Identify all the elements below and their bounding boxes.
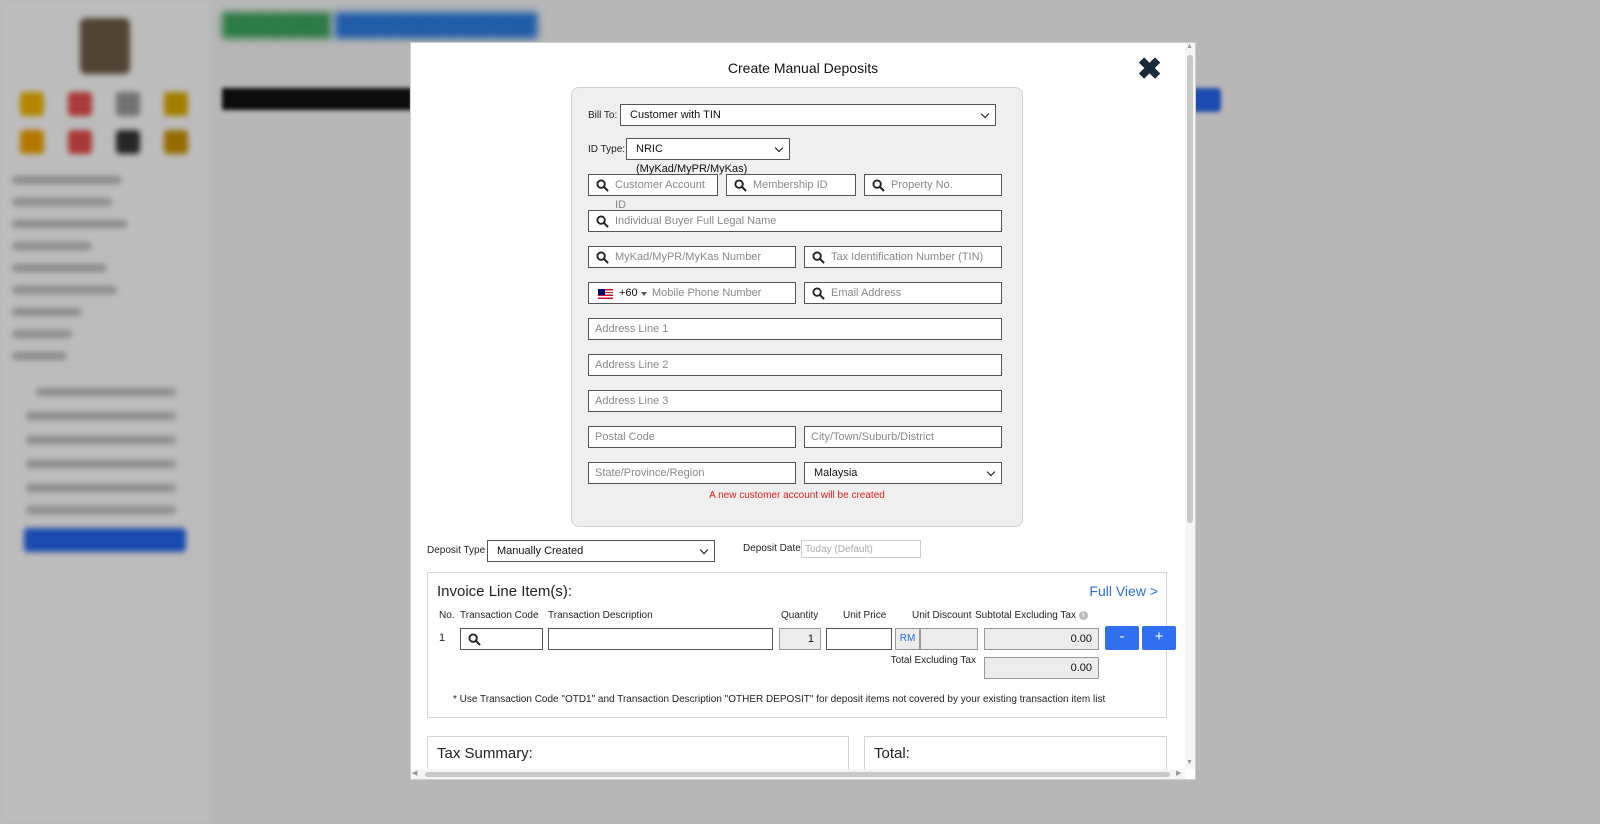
total-excluding-tax-output: 0.00 <box>984 657 1099 679</box>
subtotal-output: 0.00 <box>984 628 1099 650</box>
search-icon <box>812 287 825 300</box>
address2-placeholder: Address Line 2 <box>595 359 669 371</box>
header-unit-discount: Unit Discount <box>912 610 972 621</box>
transaction-code-input[interactable] <box>460 628 543 650</box>
country-select[interactable]: Malaysia <box>804 462 1002 484</box>
info-icon[interactable]: i <box>1078 610 1088 620</box>
city-placeholder: City/Town/Suburb/District <box>811 431 934 443</box>
address-line-3-input[interactable]: Address Line 3 <box>588 390 1002 412</box>
deposit-type-value: Manually Created <box>497 545 584 557</box>
bill-to-select[interactable]: Customer with TIN <box>620 104 996 126</box>
tin-placeholder: Tax Identification Number (TIN) <box>831 251 984 263</box>
scroll-down-icon[interactable]: ▼ <box>1186 759 1193 766</box>
address1-placeholder: Address Line 1 <box>595 323 669 335</box>
total-title: Total: <box>874 745 910 762</box>
malaysia-flag-icon[interactable] <box>598 289 613 299</box>
chevron-down-icon[interactable] <box>641 292 647 296</box>
header-subtotal-label: Subtotal Excluding Tax <box>975 610 1076 621</box>
property-no-input[interactable]: Property No. <box>864 174 1002 196</box>
search-icon <box>596 215 609 228</box>
invoice-line-items-section: Invoice Line Item(s): Full View > No. Tr… <box>427 572 1176 718</box>
vertical-scrollbar[interactable]: ▲ ▼ <box>1185 43 1195 769</box>
search-icon <box>468 633 481 646</box>
email-placeholder: Email Address <box>831 287 902 299</box>
scroll-left-icon[interactable]: ◀ <box>412 769 417 777</box>
bill-to-label: Bill To: <box>588 110 618 121</box>
row-number: 1 <box>439 632 446 644</box>
search-icon <box>872 179 885 192</box>
membership-id-input[interactable]: Membership ID <box>726 174 856 196</box>
state-input[interactable]: State/Province/Region <box>588 462 796 484</box>
deposit-date-label: Deposit Date <box>743 543 801 554</box>
country-code[interactable]: +60 <box>619 283 638 303</box>
full-view-link[interactable]: Full View > <box>1089 583 1158 599</box>
id-type-label: ID Type: <box>588 144 626 155</box>
vertical-scroll-thumb[interactable] <box>1187 55 1193 523</box>
modal-title: Create Manual Deposits <box>727 60 879 76</box>
scroll-up-icon[interactable]: ▲ <box>1186 43 1193 50</box>
unit-price-input[interactable] <box>826 628 892 650</box>
remove-line-button[interactable]: - <box>1105 626 1139 650</box>
deposit-type-select[interactable]: Manually Created <box>487 540 715 562</box>
postal-placeholder: Postal Code <box>595 431 655 443</box>
tax-summary-title: Tax Summary: <box>437 745 533 762</box>
id-type-value: NRIC (MyKad/MyPR/MyKas) <box>636 143 748 175</box>
full-name-input[interactable]: Individual Buyer Full Legal Name <box>588 210 1002 232</box>
property-placeholder: Property No. <box>891 179 953 191</box>
address-line-1-input[interactable]: Address Line 1 <box>588 318 1002 340</box>
header-transaction-description: Transaction Description <box>548 610 653 621</box>
header-transaction-code: Transaction Code <box>460 610 539 621</box>
currency-label: RM <box>895 628 920 650</box>
transaction-code-note: * Use Transaction Code "OTD1" and Transa… <box>453 694 1106 705</box>
create-manual-deposits-modal: Create Manual Deposits ✖ Bill To: Custom… <box>410 42 1196 780</box>
transaction-description-input[interactable] <box>548 628 773 650</box>
address3-placeholder: Address Line 3 <box>595 395 669 407</box>
tin-input[interactable]: Tax Identification Number (TIN) <box>804 246 1002 268</box>
customer-details-card: Bill To: Customer with TIN ID Type: NRIC… <box>571 87 1023 527</box>
postal-code-input[interactable]: Postal Code <box>588 426 796 448</box>
deposit-date-input[interactable]: Today (Default) <box>801 540 921 558</box>
header-subtotal-excluding-tax: Subtotal Excluding Tax i <box>975 610 1088 621</box>
membership-placeholder: Membership ID <box>753 179 828 191</box>
header-unit-price: Unit Price <box>843 610 887 621</box>
new-account-notice: A new customer account will be created <box>709 490 885 501</box>
id-type-select[interactable]: NRIC (MyKad/MyPR/MyKas) <box>626 138 790 175</box>
state-placeholder: State/Province/Region <box>595 467 705 479</box>
scroll-right-icon[interactable]: ▶ <box>1176 769 1181 777</box>
total-excluding-tax-label: Total Excluding Tax <box>890 655 976 666</box>
email-input[interactable]: Email Address <box>804 282 1002 304</box>
search-icon <box>734 179 747 192</box>
unit-discount-input[interactable] <box>920 628 978 650</box>
horizontal-scrollbar[interactable]: ◀ ▶ <box>411 769 1185 779</box>
id-number-placeholder: MyKad/MyPR/MyKas Number <box>615 251 762 263</box>
city-input[interactable]: City/Town/Suburb/District <box>804 426 1002 448</box>
bill-to-value: Customer with TIN <box>630 109 721 121</box>
full-name-placeholder: Individual Buyer Full Legal Name <box>615 215 777 227</box>
customer-account-id-input[interactable]: Customer Account ID <box>588 174 718 211</box>
close-icon[interactable]: ✖ <box>1137 55 1162 85</box>
mobile-phone-input[interactable]: +60 Mobile Phone Number <box>588 282 796 304</box>
search-icon <box>596 179 609 192</box>
country-value: Malaysia <box>814 467 858 479</box>
horizontal-scroll-thumb[interactable] <box>425 772 1170 777</box>
deposit-date-placeholder: Today (Default) <box>805 544 873 555</box>
header-no: No. <box>439 610 455 621</box>
invoice-line-items-title: Invoice Line Item(s): <box>437 583 573 600</box>
add-line-button[interactable]: + <box>1142 626 1176 650</box>
quantity-input[interactable]: 1 <box>779 628 821 650</box>
mobile-placeholder: Mobile Phone Number <box>652 287 762 299</box>
address-line-2-input[interactable]: Address Line 2 <box>588 354 1002 376</box>
search-icon <box>812 251 825 264</box>
id-number-input[interactable]: MyKad/MyPR/MyKas Number <box>588 246 796 268</box>
header-quantity: Quantity <box>781 610 819 621</box>
customer-account-placeholder: Customer Account ID <box>615 179 705 211</box>
search-icon <box>596 251 609 264</box>
deposit-type-label: Deposit Type <box>427 545 486 556</box>
